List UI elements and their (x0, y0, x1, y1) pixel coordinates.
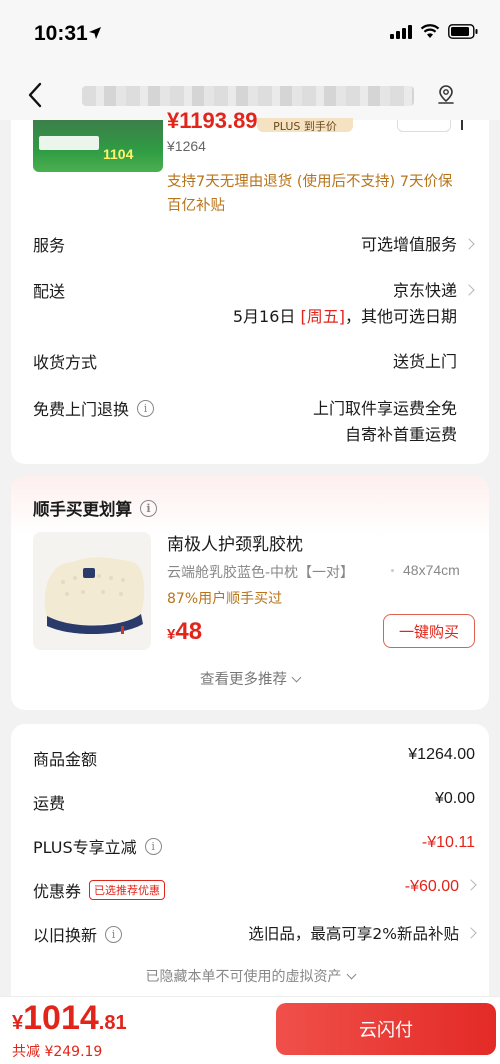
chevron-right-icon (465, 927, 477, 939)
info-icon[interactable]: i (144, 837, 162, 855)
summary-row-coupon[interactable]: 优惠券 已选推荐优惠 -¥60.00 (33, 878, 477, 904)
quantity-plus-icon[interactable] (461, 120, 463, 130)
view-more-label: 查看更多推荐 (200, 672, 287, 688)
thumb-banner (39, 136, 99, 150)
summary-label-wrap: 以旧换新 i (33, 922, 123, 946)
original-price: ¥1264 (167, 138, 206, 154)
delivery-weekday: [周五] (300, 307, 345, 326)
summary-label-wrap: 优惠券 已选推荐优惠 (33, 878, 166, 902)
hidden-assets-label: 已隐藏本单不可使用的虚拟资产 (145, 969, 342, 985)
chevron-left-icon (28, 82, 42, 108)
delivery-date: 5月16日 (232, 307, 296, 326)
wifi-icon (420, 24, 440, 38)
product-price: ¥1193.89 (167, 108, 258, 133)
price-value: 48 (175, 618, 203, 645)
product-image[interactable] (33, 532, 151, 650)
chevron-down-icon (346, 969, 356, 980)
return-value-line: 上门取件享运费全免 (312, 399, 457, 418)
summary-label-wrap: PLUS专享立减 i (33, 834, 162, 858)
summary-label: PLUS专享立减 (33, 838, 137, 857)
one-click-buy-button[interactable]: 一键购买 (383, 614, 475, 648)
summary-value: -¥60.00 (404, 878, 459, 895)
product-price: ¥48 (167, 618, 202, 646)
return-row: 免费上门退换 i 上门取件享运费全免 自寄补首重运费 (33, 396, 473, 450)
delivery-date-suffix: ，其他可选日期 (344, 307, 457, 326)
chevron-down-icon (291, 672, 302, 683)
service-row[interactable]: 服务 可选增值服务 (33, 232, 475, 258)
view-more-button[interactable]: 查看更多推荐 (11, 668, 489, 689)
location-pin-icon[interactable] (434, 83, 458, 107)
chevron-right-icon (463, 238, 475, 250)
info-icon[interactable]: i (105, 925, 123, 943)
delivery-label: 配送 (33, 282, 66, 301)
summary-row-plus: PLUS专享立减 i -¥10.11 (33, 834, 475, 860)
return-label: 免费上门退换 (33, 400, 130, 419)
battery-icon (448, 24, 478, 39)
tradein-value-wrap[interactable]: 选旧品，最高可享2%新品补贴 (248, 922, 477, 944)
delivery-value: 京东快递 (392, 281, 457, 300)
pillow-image (33, 532, 151, 650)
policy-text: 支持7天无理由退货 (使用后不支持) 7天价保 百亿补贴 (167, 170, 477, 218)
summary-row-goods: 商品金额 ¥1264.00 (33, 746, 475, 772)
pay-button[interactable]: 云闪付 (276, 1003, 496, 1055)
status-time: 10:31 (34, 22, 88, 45)
total-saved: 共减 ¥249.19 (12, 1044, 103, 1060)
product-size: 48x74cm (403, 562, 460, 578)
receive-label: 收货方式 (33, 353, 98, 372)
receive-value: 送货上门 (392, 352, 457, 371)
return-value: 上门取件享运费全免 自寄补首重运费 (313, 396, 457, 448)
buy-percent: 87%用户顺手买过 (167, 591, 283, 607)
service-value-wrap[interactable]: 可选增值服务 (360, 232, 475, 258)
recommend-title-wrap: 顺手买更划算 i (33, 496, 157, 520)
policy-line: 百亿补贴 (167, 198, 225, 214)
service-label: 服务 (33, 236, 66, 255)
total-integer: 1014 (23, 999, 99, 1037)
back-button[interactable] (22, 80, 48, 110)
coupon-value-wrap[interactable]: -¥60.00 (404, 878, 477, 896)
product-name[interactable]: 南极人护颈乳胶枕 (167, 530, 303, 555)
price-summary-card: 商品金额 ¥1264.00 运费 ¥0.00 PLUS专享立减 i -¥10.1… (11, 724, 489, 1014)
return-value-line: 自寄补首重运费 (344, 425, 457, 444)
summary-value: -¥10.11 (421, 834, 475, 851)
recommend-card: 顺手买更划算 i 南极人护颈乳胶枕 云端舱乳胶蓝色-中枕【一对】 48x74cm… (11, 476, 489, 710)
system-icons (390, 24, 478, 39)
chevron-right-icon (463, 284, 475, 296)
location-arrow-icon (89, 27, 101, 39)
coupon-badge: 已选推荐优惠 (89, 880, 166, 900)
receive-row: 收货方式 送货上门 (33, 349, 473, 375)
plus-price-badge: PLUS 到手价 (257, 118, 353, 133)
checkout-bar: ¥1014.81 共减 ¥249.19 云闪付 (0, 996, 500, 1064)
total-decimal: .81 (98, 1012, 127, 1034)
delivery-row[interactable]: 配送 京东快递 5月16日 [周五]，其他可选日期 (33, 278, 475, 334)
info-icon[interactable]: i (140, 499, 157, 517)
currency-symbol: ¥ (12, 1012, 24, 1034)
status-bar: 10:31 (0, 0, 500, 70)
delivery-value-wrap[interactable]: 京东快递 5月16日 [周五]，其他可选日期 (232, 278, 475, 330)
service-value: 可选增值服务 (360, 235, 457, 254)
return-label-wrap: 免费上门退换 i (33, 396, 155, 420)
address-blurred[interactable] (82, 86, 414, 106)
summary-label: 以旧换新 (33, 926, 98, 945)
summary-row-shipping: 运费 ¥0.00 (33, 790, 475, 816)
summary-value: 选旧品，最高可享2%新品补贴 (248, 925, 459, 943)
summary-label: 运费 (33, 794, 66, 813)
policy-line: 支持7天无理由退货 (使用后不支持) 7天价保 (167, 174, 453, 190)
cellular-signal-icon (390, 24, 412, 39)
summary-label: 商品金额 (33, 750, 98, 769)
summary-value: ¥1264.00 (408, 746, 475, 763)
product-spec: 云端舱乳胶蓝色-中枕【一对】 (167, 565, 355, 581)
order-info-card: 1104 ¥1193.89 PLUS 到手价 ¥1264 支持7天无理由退货 (… (11, 108, 489, 464)
total-price: ¥1014.81 (12, 999, 127, 1038)
chevron-right-icon (465, 879, 477, 891)
product-thumbnail[interactable]: 1104 (33, 120, 163, 172)
summary-row-tradein[interactable]: 以旧换新 i 选旧品，最高可享2%新品补贴 (33, 922, 477, 948)
info-icon[interactable]: i (137, 399, 155, 417)
quantity-stepper[interactable] (397, 120, 451, 132)
hidden-assets-toggle[interactable]: 已隐藏本单不可使用的虚拟资产 (11, 966, 489, 986)
thumb-price: 1104 (103, 146, 134, 162)
summary-value: ¥0.00 (434, 790, 475, 807)
recommend-title: 顺手买更划算 (33, 500, 132, 519)
spec-divider (391, 569, 394, 572)
summary-label: 优惠券 (33, 882, 82, 901)
